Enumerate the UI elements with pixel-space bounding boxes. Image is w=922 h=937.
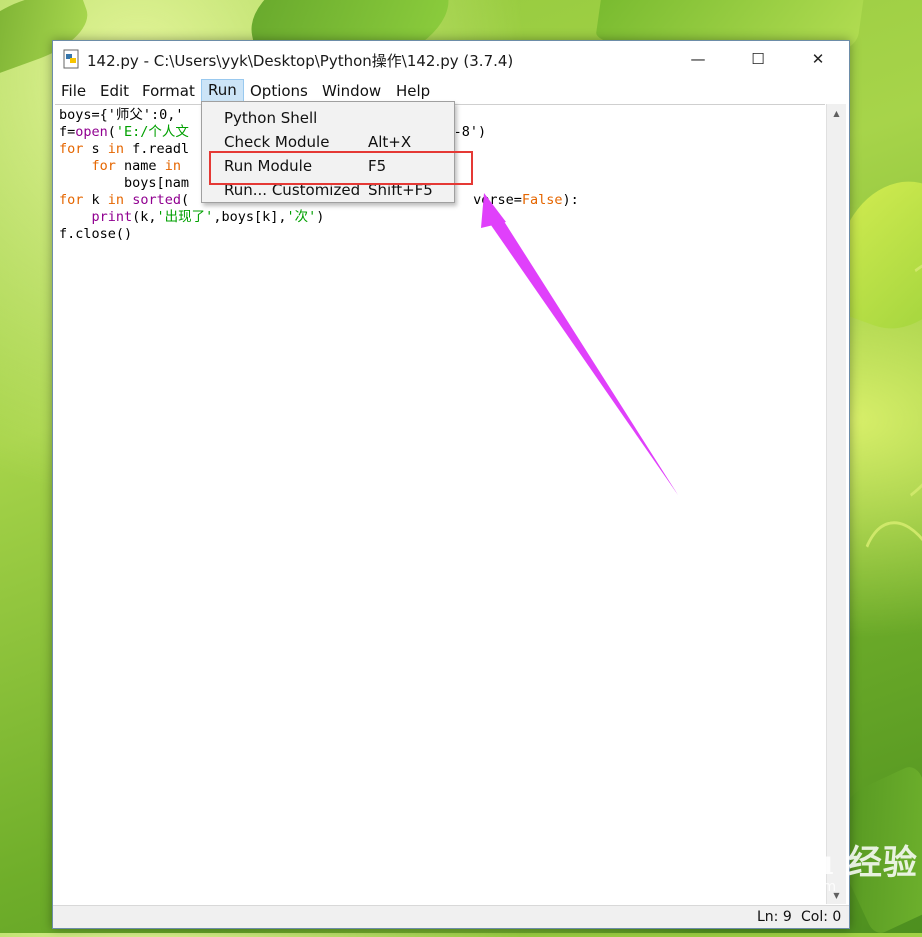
baidu-watermark: Bai du 经验 jingyan.baidu.com bbox=[705, 835, 918, 895]
watermark-url: jingyan.baidu.com bbox=[707, 879, 837, 895]
pointer-arrow-icon bbox=[481, 193, 678, 495]
watermark-logo: Bai du 经验 bbox=[705, 843, 918, 883]
